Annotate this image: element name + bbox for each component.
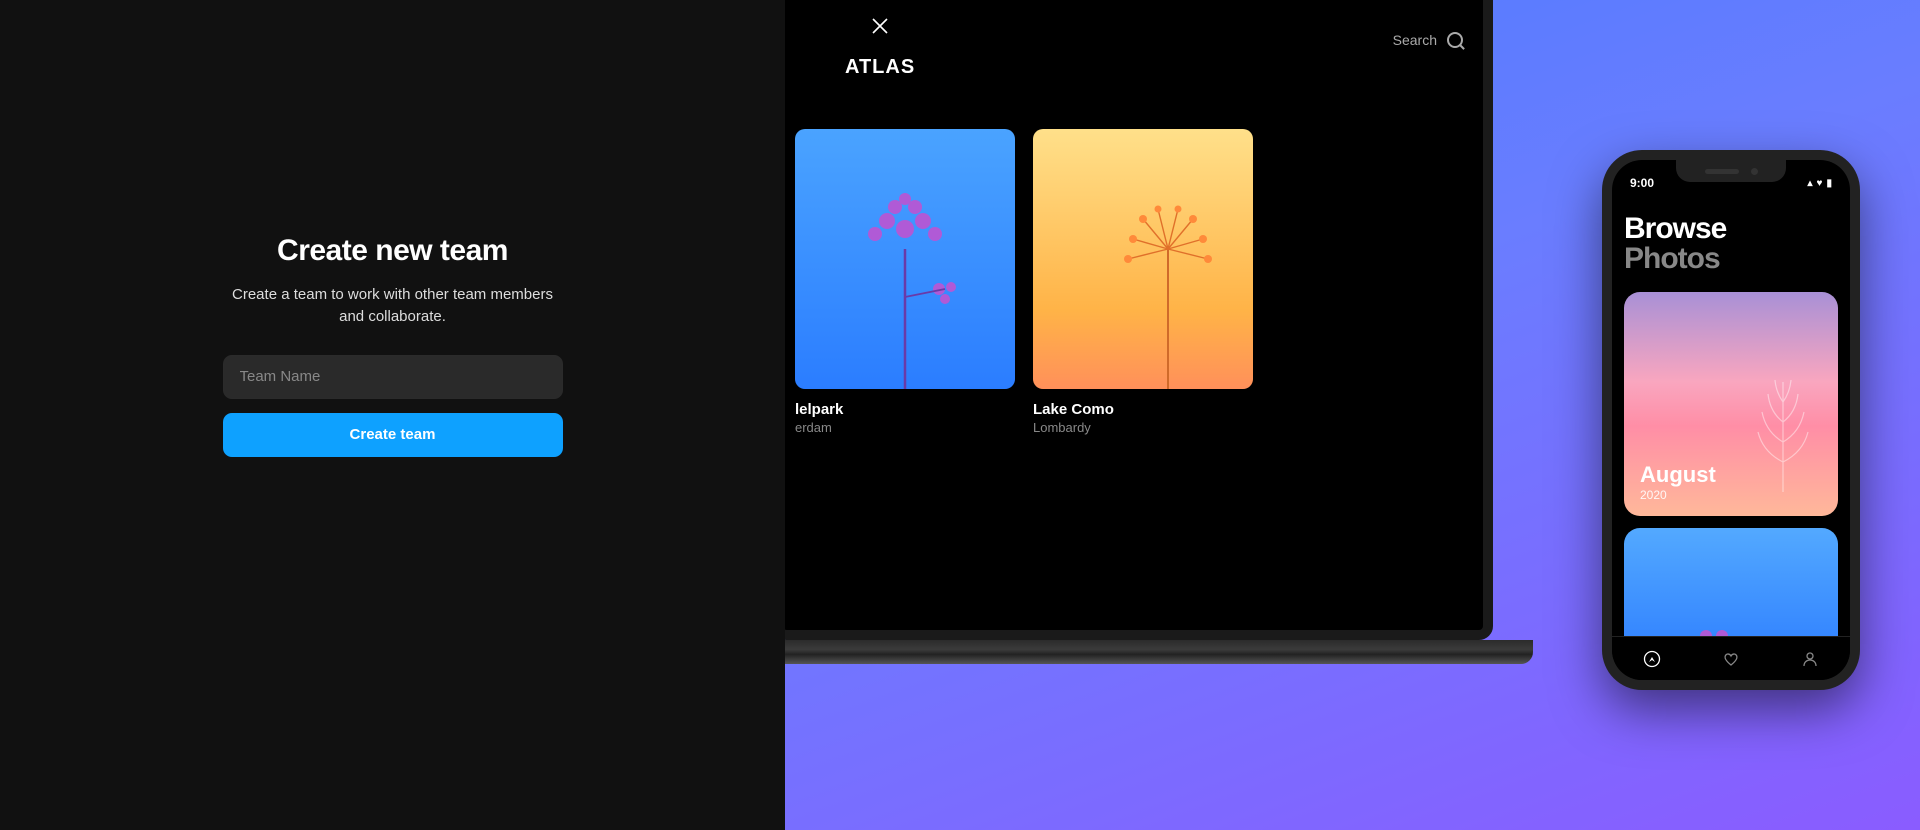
search-trigger[interactable]: Search <box>1393 32 1463 48</box>
card-month: August <box>1640 462 1716 488</box>
gallery: lelpark erdam <box>795 129 1453 435</box>
team-name-input[interactable] <box>223 355 563 399</box>
search-label: Search <box>1393 32 1437 48</box>
search-icon <box>1447 32 1463 48</box>
card-subtitle: Lombardy <box>1033 420 1253 435</box>
headline-line2: Photos <box>1624 244 1838 274</box>
phone-headline: Browse Photos <box>1624 214 1838 274</box>
brand-label: ATLAS <box>845 56 915 79</box>
close-icon[interactable] <box>870 16 890 42</box>
laptop-screen: ATLAS Search <box>785 0 1483 630</box>
heart-icon[interactable] <box>1721 649 1741 669</box>
gallery-image <box>795 129 1015 389</box>
battery-icon: ▮ <box>1826 178 1832 189</box>
signal-icon: ▴ <box>1808 178 1813 189</box>
phone-mockup: 9:00 ▴ ♥ ▮ Browse Photos <box>1602 150 1860 690</box>
headline-line1: Browse <box>1624 214 1838 244</box>
gallery-card[interactable]: lelpark erdam <box>795 129 1015 435</box>
right-preview: ATLAS Search <box>785 0 1920 830</box>
phone-notch <box>1676 160 1786 182</box>
laptop-base <box>785 640 1533 664</box>
phone-card-august[interactable]: August 2020 <box>1624 292 1838 516</box>
gallery-image <box>1033 129 1253 389</box>
gallery-card[interactable]: Lake Como Lombardy <box>1033 129 1253 435</box>
form-title: Create new team <box>277 234 508 268</box>
card-year: 2020 <box>1640 488 1716 502</box>
heart-icon: ♥ <box>1817 178 1823 189</box>
create-team-button[interactable]: Create team <box>223 413 563 457</box>
status-icons: ▴ ♥ ▮ <box>1808 178 1832 189</box>
card-subtitle: erdam <box>795 420 1015 435</box>
phone-tabbar <box>1612 636 1850 680</box>
phone-screen: 9:00 ▴ ♥ ▮ Browse Photos <box>1612 160 1850 680</box>
laptop-mockup: ATLAS Search <box>785 0 1493 690</box>
left-panel: Create new team Create a team to work wi… <box>0 0 785 830</box>
card-title: Lake Como <box>1033 401 1253 418</box>
form-subtitle: Create a team to work with other team me… <box>223 284 563 329</box>
status-time: 9:00 <box>1630 176 1654 190</box>
user-icon[interactable] <box>1800 649 1820 669</box>
compass-icon[interactable] <box>1642 649 1662 669</box>
create-team-form: Create new team Create a team to work wi… <box>223 234 563 457</box>
card-title: lelpark <box>795 401 1015 418</box>
